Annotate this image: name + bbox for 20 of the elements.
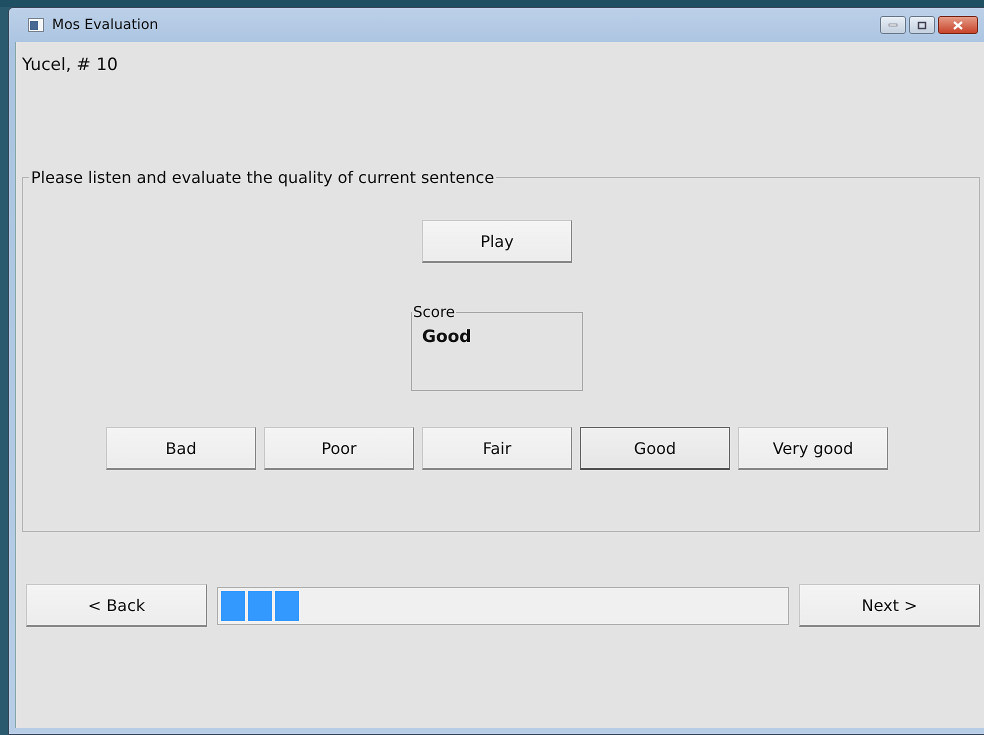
close-icon <box>952 20 964 30</box>
back-button[interactable]: < Back <box>26 584 207 627</box>
score-value: Good <box>422 327 472 347</box>
rating-button[interactable]: Fair <box>422 427 572 470</box>
group-title: Please listen and evaluate the quality of current sentence <box>30 168 496 187</box>
rating-button[interactable]: Poor <box>264 427 414 470</box>
close-button[interactable] <box>938 16 978 34</box>
minimize-icon <box>888 23 898 27</box>
rating-button[interactable]: Bad <box>106 427 256 470</box>
maximize-icon <box>917 20 927 30</box>
rating-button[interactable]: Good <box>580 427 730 470</box>
next-button[interactable]: Next > <box>799 584 980 627</box>
participant-label: Yucel, # 10 <box>22 55 119 77</box>
rating-button[interactable]: Very good <box>738 427 888 470</box>
maximize-button[interactable] <box>909 16 935 34</box>
play-button[interactable]: Play <box>422 220 572 263</box>
window-title: Mos Evaluation <box>52 17 158 33</box>
minimize-button[interactable] <box>880 16 906 34</box>
score-title: Score <box>412 303 456 321</box>
window-icon <box>28 18 44 32</box>
